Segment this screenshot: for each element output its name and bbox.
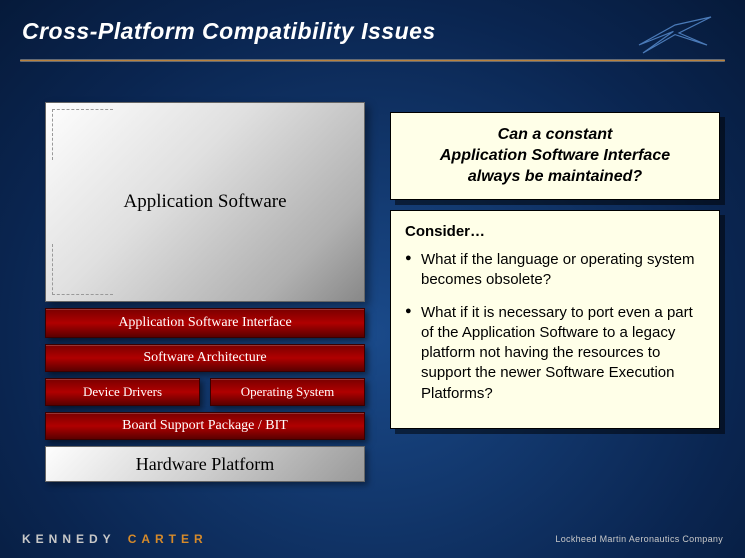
footer: KENNEDY CARTER Lockheed Martin Aeronautic… [22,532,723,546]
question-line3: always be maintained? [405,167,705,188]
header: Cross-Platform Compatibility Issues [0,0,745,55]
os-label: Operating System [241,384,335,400]
consider-bullet-2: What if it is necessary to port even a p… [405,303,705,404]
dd-os-row: Device Drivers Operating System [45,378,365,406]
consider-heading: Consider… [405,223,705,240]
sa-label: Software Architecture [143,350,266,366]
question-box: Can a constant Application Software Inte… [390,112,720,200]
app-sw-label: Application Software [123,191,286,213]
layer-device-drivers: Device Drivers [45,378,200,406]
layer-hardware-platform: Hardware Platform [45,446,365,482]
kennedy-text: KENNEDY [22,532,116,546]
question-line2: Application Software Interface [405,146,705,167]
layer-software-architecture: Software Architecture [45,344,365,372]
bsp-label: Board Support Package / BIT [122,418,288,434]
consider-box: Consider… What if the language or operat… [390,210,720,429]
layer-bsp: Board Support Package / BIT [45,412,365,440]
consider-bullet-1: What if the language or operating system… [405,250,705,291]
question-line1: Can a constant [405,125,705,146]
consider-list: What if the language or operating system… [405,250,705,404]
carter-text: CARTER [128,532,208,546]
hw-label: Hardware Platform [136,454,274,475]
software-stack: Application Software Application Softwar… [45,102,365,482]
layer-operating-system: Operating System [210,378,365,406]
dd-label: Device Drivers [83,384,162,400]
lockheed-text: Lockheed Martin Aeronautics Company [555,534,723,544]
content-area: Application Software Application Softwar… [0,62,745,502]
asi-label: Application Software Interface [118,315,291,331]
lockheed-star-icon [635,8,715,58]
layer-application-software: Application Software [45,102,365,302]
layer-asi: Application Software Interface [45,308,365,338]
kennedy-carter-logo: KENNEDY CARTER [22,532,208,546]
